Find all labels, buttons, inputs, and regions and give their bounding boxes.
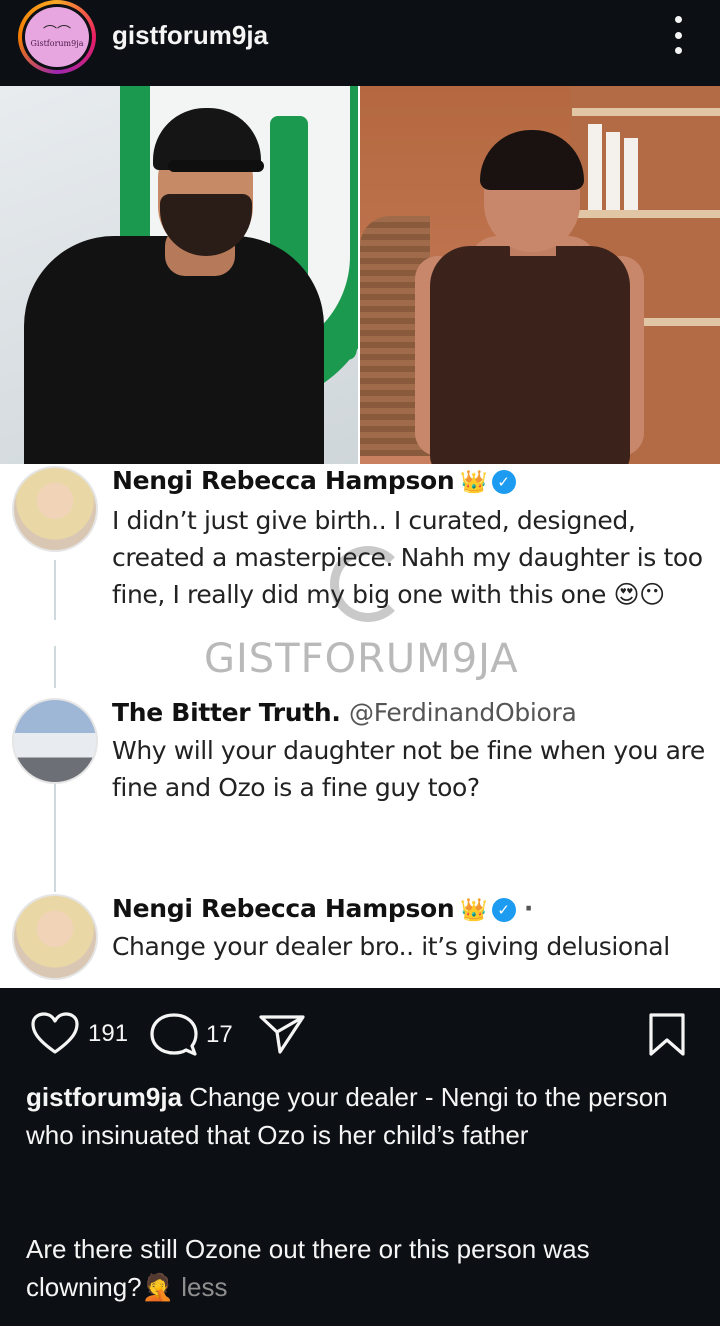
less-link[interactable]: less — [174, 1272, 227, 1302]
post-caption-continued: Are there still Ozone out there or this … — [26, 1230, 696, 1306]
tweet-author: Nengi Rebecca Hampson 👑 ✓ · — [112, 894, 534, 923]
tweet-avatar — [12, 894, 98, 980]
action-bar: 191 17 — [0, 1006, 720, 1066]
crown-icon: 👑 — [460, 470, 488, 495]
photo-man: 20 — [0, 86, 358, 464]
more-options-icon[interactable] — [666, 16, 690, 54]
profile-avatar[interactable]: ⌒⌒ Gistforum9ja — [18, 0, 96, 74]
crown-icon: 👑 — [460, 898, 488, 923]
save-button[interactable] — [646, 1012, 688, 1058]
tweet-author: The Bitter Truth. @FerdinandObiora — [112, 698, 577, 727]
verified-badge-icon: ✓ — [491, 898, 516, 922]
bookmark-icon — [649, 1013, 685, 1056]
photo-woman — [360, 86, 720, 464]
thread-line — [54, 560, 56, 620]
tweet-avatar — [12, 466, 98, 552]
caption-text-2: Are there still Ozone out there or this … — [26, 1234, 590, 1302]
caption-username[interactable]: gistforum9ja — [26, 1082, 182, 1112]
avatar-logo-text: Gistforum9ja — [30, 38, 84, 48]
share-button[interactable] — [258, 1012, 306, 1056]
post-image[interactable]: 20 GISTFORUM9JA Nengi Rebecca Hampson 👑 … — [0, 86, 720, 988]
eyebrows-icon: ⌒⌒ — [43, 24, 71, 41]
thread-line — [54, 782, 56, 892]
verified-badge-icon: ✓ — [491, 470, 516, 494]
like-button[interactable]: 191 — [30, 1012, 128, 1056]
header-username[interactable]: gistforum9ja — [112, 20, 268, 51]
tweet-screenshot: GISTFORUM9JA Nengi Rebecca Hampson 👑 ✓ I d… — [0, 464, 720, 988]
post-header: ⌒⌒ Gistforum9ja gistforum9ja — [0, 0, 720, 86]
send-icon — [259, 1015, 305, 1054]
tweet-body: I didn’t just give birth.. I curated, de… — [112, 506, 703, 609]
like-count: 191 — [88, 1020, 129, 1047]
tweet-avatar — [12, 698, 98, 784]
comment-button[interactable]: 17 — [150, 1012, 233, 1058]
heart-icon — [31, 1012, 79, 1054]
thread-line — [54, 646, 56, 688]
comment-icon — [150, 1013, 198, 1056]
tweet-body: Why will your daughter not be fine when … — [112, 736, 705, 802]
tweet-body: Change your dealer bro.. it’s giving del… — [112, 932, 670, 961]
comment-count: 17 — [206, 1021, 233, 1048]
post-caption: gistforum9ja Change your dealer - Nengi … — [26, 1078, 696, 1154]
tweet-author: Nengi Rebecca Hampson 👑 ✓ — [112, 466, 516, 495]
watermark: GISTFORUM9JA — [204, 636, 519, 682]
avatar-logo: ⌒⌒ Gistforum9ja — [25, 7, 89, 67]
